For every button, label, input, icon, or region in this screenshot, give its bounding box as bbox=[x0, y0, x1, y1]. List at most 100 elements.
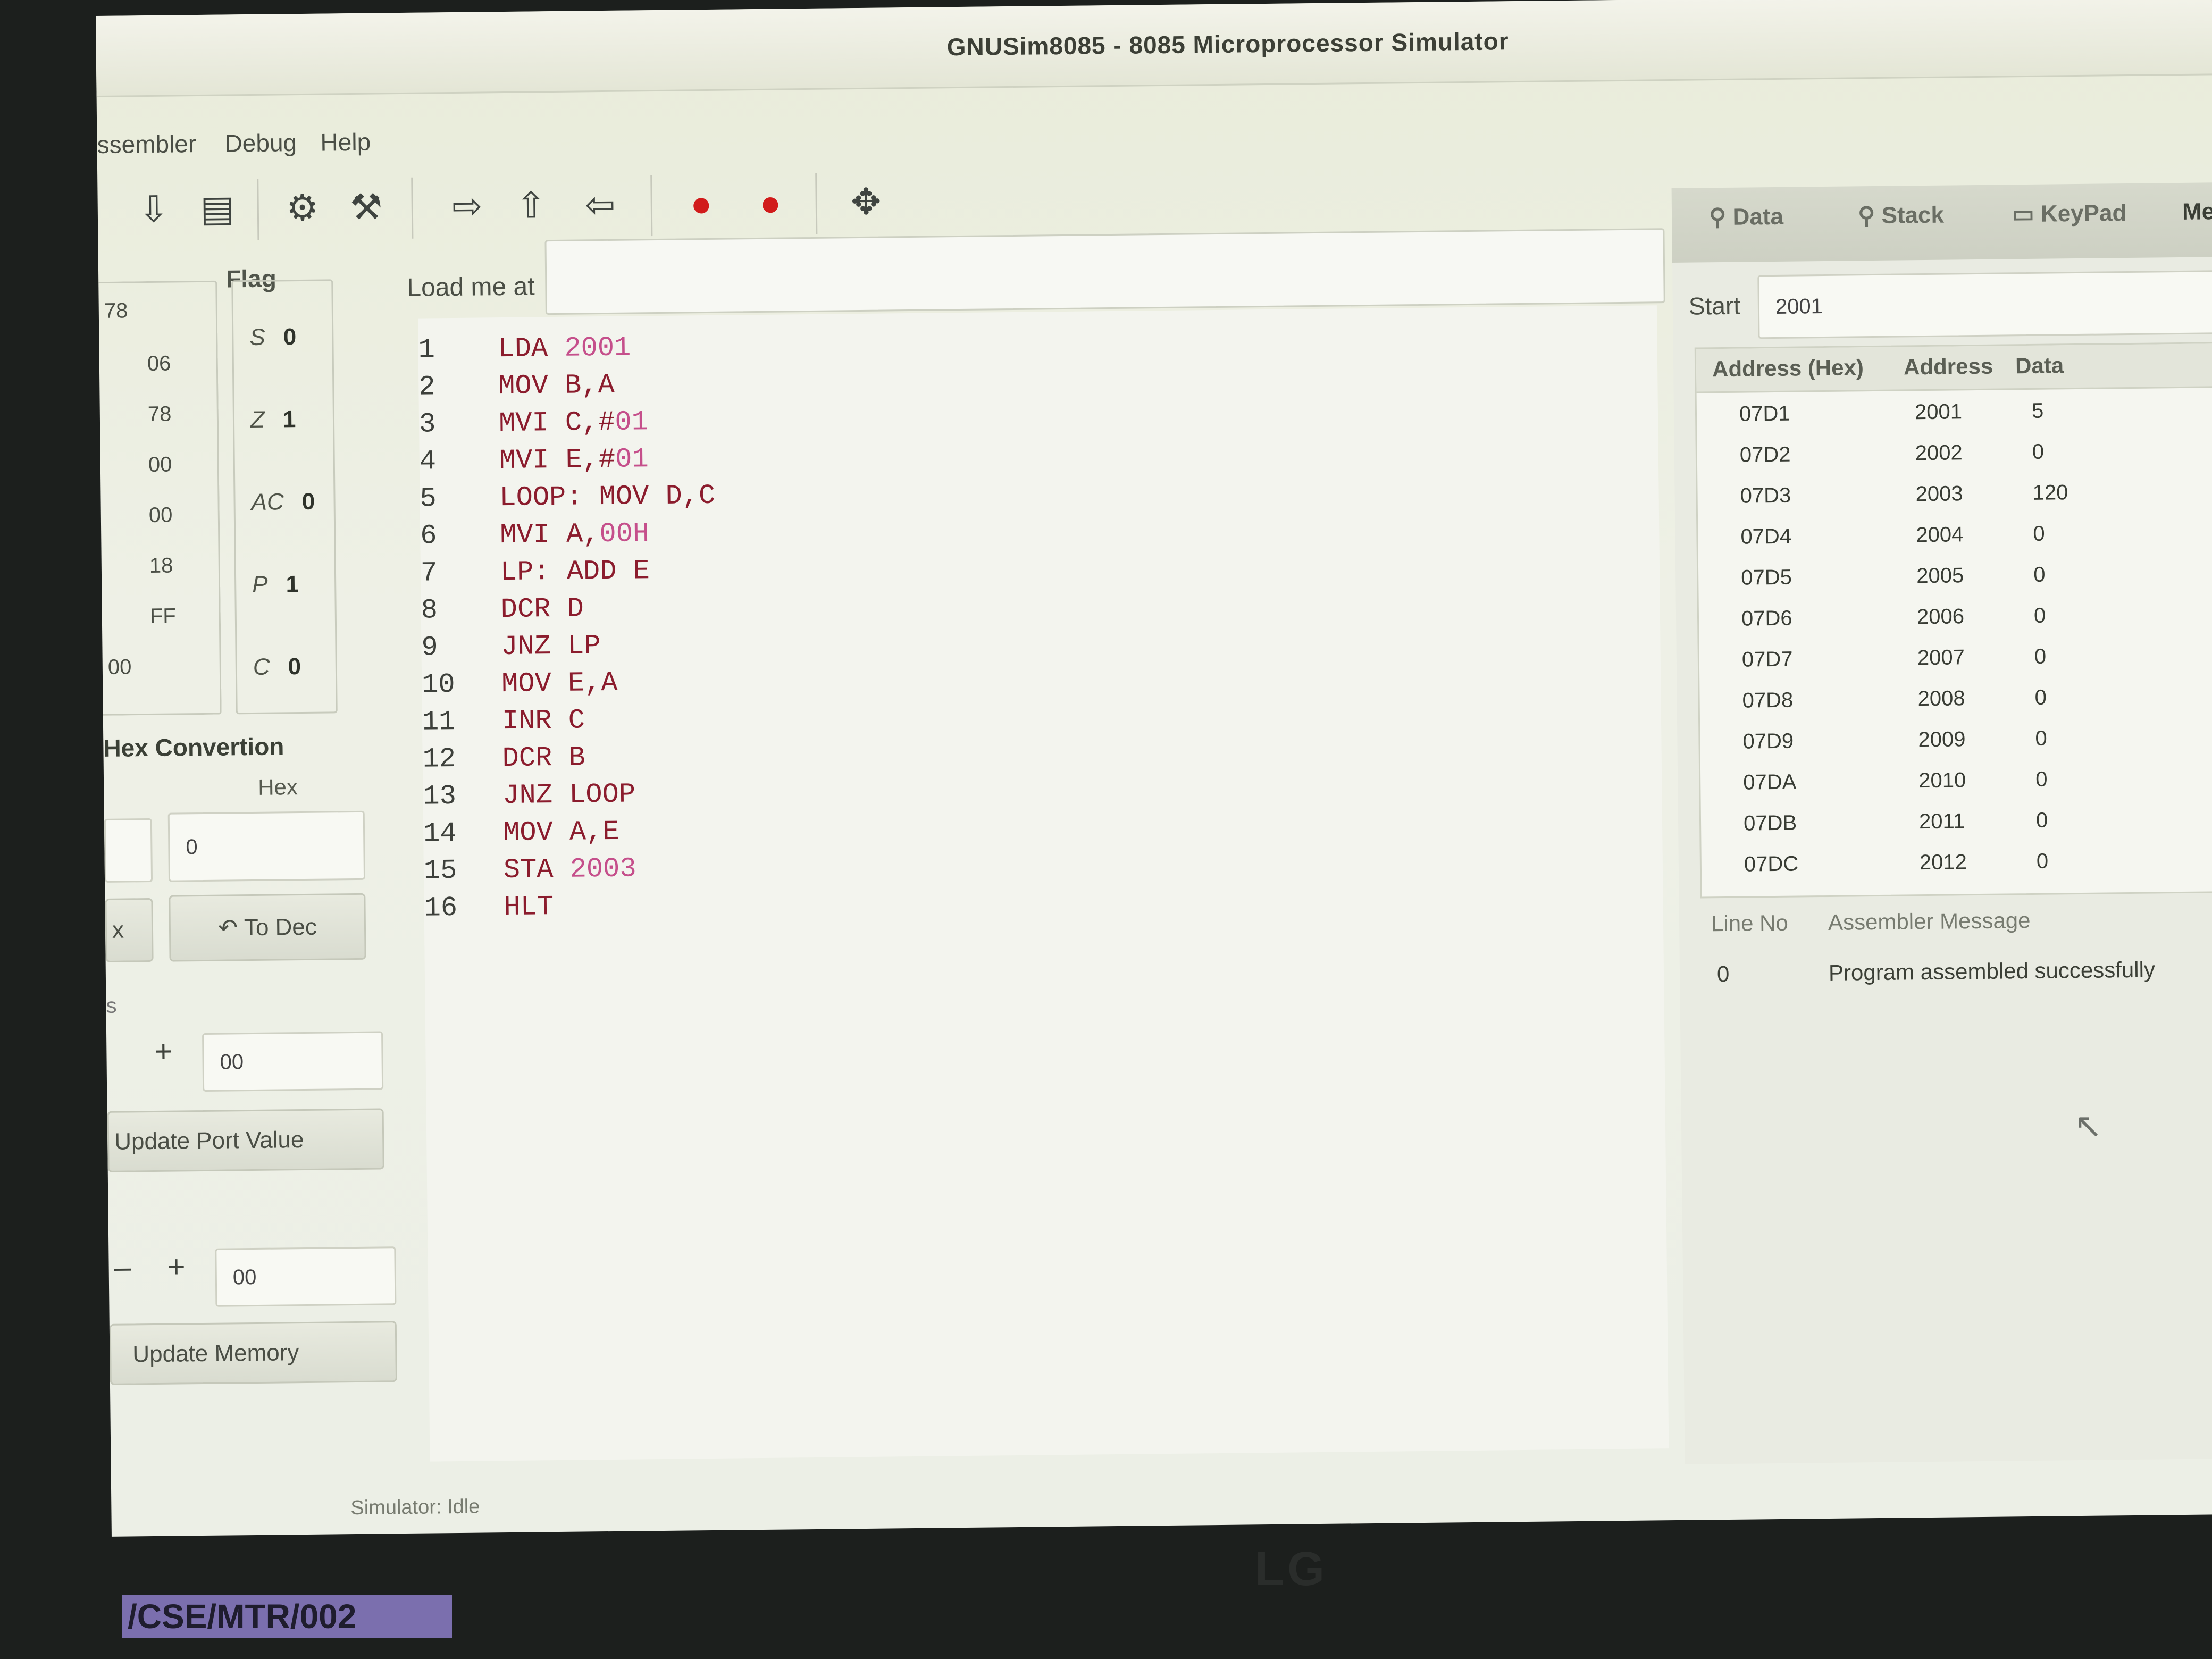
table-row[interactable]: 07D7 2007 0 bbox=[1699, 634, 2212, 681]
menu-debug[interactable]: Debug bbox=[224, 128, 297, 157]
code-line: 6 MVI A,00H bbox=[420, 518, 650, 552]
message-line-number: 0 bbox=[1716, 961, 1730, 987]
stack-icon: ⚲ bbox=[1857, 202, 1882, 229]
tab-memory[interactable]: Me bbox=[2182, 198, 2212, 225]
stop-icon[interactable]: ● bbox=[746, 179, 794, 227]
code-line: 14 MOV A,E bbox=[423, 816, 619, 850]
save-as-icon[interactable]: ▤ bbox=[193, 185, 241, 233]
toolbar-separator bbox=[650, 175, 653, 237]
step-out-icon[interactable]: ⇦ bbox=[576, 181, 624, 229]
memory-value-input[interactable]: 00 bbox=[215, 1246, 397, 1307]
toolbar-separator bbox=[815, 173, 818, 234]
register-value: 06 bbox=[147, 351, 171, 376]
update-memory-button[interactable]: Update Memory bbox=[109, 1321, 397, 1385]
port-plus-button[interactable]: + bbox=[154, 1034, 173, 1069]
code-line: 7 LP: ADD E bbox=[420, 555, 650, 589]
mouse-pointer-icon: ↖ bbox=[2074, 1107, 2102, 1145]
window-title: GNUSim8085 - 8085 Microprocessor Simulat… bbox=[946, 27, 1509, 61]
step-over-icon[interactable]: ⇧ bbox=[507, 181, 555, 230]
to-hex-button[interactable]: x bbox=[105, 898, 154, 962]
code-line: 15 STA 2003 bbox=[423, 853, 636, 887]
register-panel: 78 06 78 00 00 18 FF 00 bbox=[98, 280, 222, 716]
update-port-button[interactable]: Update Port Value bbox=[107, 1108, 384, 1172]
code-line: 11 INR C bbox=[422, 705, 585, 738]
taskbar-label: /CSE/MTR/002 bbox=[122, 1595, 452, 1638]
code-line: 8 DCR D bbox=[421, 593, 584, 626]
hex-conversion-title: Hex Convertion bbox=[103, 732, 284, 762]
code-line: 13 JNZ LOOP bbox=[423, 778, 636, 812]
code-line: 4 MVI E,#01 bbox=[419, 443, 649, 477]
table-row[interactable]: 07D9 2009 0 bbox=[1700, 716, 2212, 763]
table-row[interactable]: 07DB 2011 0 bbox=[1701, 798, 2212, 844]
table-row[interactable]: 07DA 2010 0 bbox=[1700, 757, 2212, 803]
memory-table-header: Address (Hex) Address Data bbox=[1696, 343, 2212, 393]
hex-input[interactable]: 0 bbox=[167, 810, 366, 882]
register-value: FF bbox=[149, 604, 176, 628]
code-line: 5 LOOP: MOV D,C bbox=[420, 480, 716, 515]
keypad-icon: ▭ bbox=[2012, 200, 2041, 228]
start-label: Start bbox=[1688, 291, 1741, 320]
message-column-line: Line No bbox=[1711, 910, 1789, 936]
column-header[interactable]: Address (Hex) bbox=[1712, 355, 1864, 382]
breakpoint-icon[interactable]: ● bbox=[677, 180, 725, 228]
tab-stack[interactable]: ⚲ Stack bbox=[1858, 202, 1944, 230]
code-line: 1 LDA 2001 bbox=[418, 332, 631, 366]
menu-help[interactable]: Help bbox=[320, 128, 371, 157]
flag-p: P1 bbox=[252, 571, 299, 598]
monitor-brand: LG bbox=[1255, 1543, 1328, 1596]
code-line: 2 MOV B,A bbox=[418, 369, 615, 403]
tab-keypad[interactable]: ▭ KeyPad bbox=[2012, 199, 2127, 228]
code-line: 10 MOV E,A bbox=[421, 667, 618, 701]
register-value: 78 bbox=[147, 402, 172, 426]
hex-label: Hex bbox=[257, 774, 298, 800]
step-in-icon[interactable]: ⇨ bbox=[443, 182, 491, 230]
column-header[interactable]: Data bbox=[2015, 353, 2064, 379]
memory-panel: ⚲ Data ⚲ Stack ▭ KeyPad Me Start 2001 Ad… bbox=[1671, 182, 2212, 1464]
port-value-input[interactable]: 00 bbox=[202, 1031, 384, 1092]
table-row[interactable]: 07D5 2005 0 bbox=[1698, 552, 2212, 599]
table-row[interactable]: 07D3 2003 120 bbox=[1697, 471, 2212, 517]
table-row[interactable]: 07D6 2006 0 bbox=[1699, 593, 2212, 640]
table-row[interactable]: 07D8 2008 0 bbox=[1699, 675, 2212, 722]
start-address-input[interactable]: 2001 bbox=[1757, 270, 2212, 339]
title-bar: GNUSim8085 - 8085 Microprocessor Simulat… bbox=[96, 0, 2212, 97]
memory-plus-button[interactable]: + bbox=[167, 1249, 186, 1284]
table-row[interactable]: 07DC 2012 0 bbox=[1701, 839, 2212, 885]
io-port-label: s bbox=[106, 994, 117, 1018]
assemble-icon[interactable]: ⚙ bbox=[278, 183, 326, 232]
table-row[interactable]: 07D2 2002 0 bbox=[1697, 430, 2212, 476]
app-window: GNUSim8085 - 8085 Microprocessor Simulat… bbox=[96, 0, 2212, 1537]
code-line: 3 MVI C,#01 bbox=[418, 406, 649, 440]
column-header[interactable]: Address bbox=[1904, 354, 1993, 380]
tab-data[interactable]: ⚲ Data bbox=[1709, 203, 1783, 231]
flag-ac: AC 0 bbox=[251, 488, 315, 515]
save-icon[interactable]: ⇩ bbox=[129, 185, 178, 233]
menu-assembler[interactable]: ssembler bbox=[97, 129, 196, 159]
message-column-text: Assembler Message bbox=[1828, 907, 2031, 935]
load-address-input[interactable] bbox=[544, 228, 1665, 315]
register-value: 00 bbox=[148, 503, 173, 527]
table-row[interactable]: 07D4 2004 0 bbox=[1698, 512, 2212, 558]
flag-s: S0 bbox=[249, 324, 297, 351]
back-arrow-icon: ↶ bbox=[217, 915, 238, 941]
register-value: 00 bbox=[148, 453, 172, 477]
code-editor[interactable]: 1 LDA 2001 2 MOV B,A 3 MVI C,#01 4 MVI E,#01… bbox=[417, 305, 1669, 1462]
register-value: 00 bbox=[107, 655, 132, 679]
data-icon: ⚲ bbox=[1708, 204, 1733, 231]
to-dec-button[interactable]: ↶ To Dec bbox=[169, 893, 366, 962]
flag-z: Z1 bbox=[250, 406, 296, 433]
tab-strip: ⚲ Data ⚲ Stack ▭ KeyPad Me bbox=[1671, 182, 2212, 263]
code-line: 12 DCR B bbox=[422, 742, 585, 775]
toolbar-separator bbox=[411, 177, 414, 239]
help-icon[interactable]: ✥ bbox=[842, 178, 890, 226]
assembler-message: Program assembled successfully bbox=[1828, 957, 2156, 985]
decimal-input[interactable] bbox=[104, 818, 153, 883]
register-value: 18 bbox=[149, 554, 173, 577]
table-row[interactable]: 07D1 2001 5 bbox=[1697, 389, 2212, 435]
flag-panel: S0 Z1 AC 0 P1 C0 bbox=[231, 279, 338, 715]
toolbar-separator bbox=[257, 179, 259, 240]
code-line: 9 JNZ LP bbox=[421, 630, 601, 664]
code-line: 16 HLT bbox=[424, 891, 554, 924]
execute-icon[interactable]: ⚒ bbox=[342, 183, 390, 231]
memory-minus-button[interactable]: – bbox=[114, 1249, 131, 1285]
